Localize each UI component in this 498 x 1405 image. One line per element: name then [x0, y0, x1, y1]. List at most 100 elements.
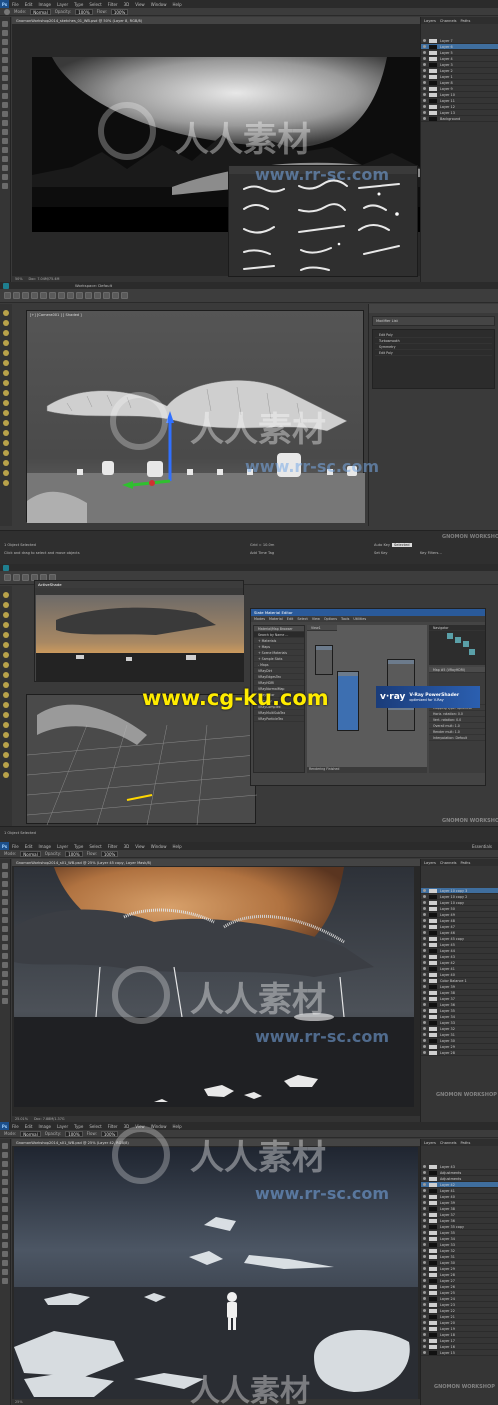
autokey-button[interactable]: Auto Key	[374, 543, 390, 547]
menu-file[interactable]: File	[9, 844, 22, 849]
visibility-eye-icon[interactable]	[423, 943, 426, 946]
history-brush-icon[interactable]	[2, 102, 8, 108]
visibility-eye-icon[interactable]	[423, 1267, 426, 1270]
lasso-tool-icon[interactable]	[2, 881, 8, 887]
mirror-icon[interactable]	[85, 292, 92, 299]
tab-layers[interactable]: Layers	[424, 1141, 436, 1145]
menu-type[interactable]: Type	[71, 844, 86, 849]
visibility-eye-icon[interactable]	[423, 889, 426, 892]
visibility-eye-icon[interactable]	[423, 931, 426, 934]
visibility-eye-icon[interactable]	[423, 973, 426, 976]
eyedropper-tool-icon[interactable]	[2, 66, 8, 72]
visibility-eye-icon[interactable]	[423, 1333, 426, 1336]
tool-icon[interactable]	[3, 480, 9, 486]
gradient-tool-icon[interactable]	[2, 944, 8, 950]
zoom-readout[interactable]: 25%	[15, 1400, 23, 1404]
tool-icon[interactable]	[3, 310, 9, 316]
visibility-eye-icon[interactable]	[423, 105, 426, 108]
tool-icon[interactable]	[3, 652, 9, 658]
visibility-eye-icon[interactable]	[423, 51, 426, 54]
set-key-button[interactable]: Set Key	[374, 551, 388, 555]
flow-field[interactable]: 100%	[110, 8, 129, 15]
marquee-tool-icon[interactable]	[2, 1152, 8, 1158]
marquee-tool-icon[interactable]	[2, 30, 8, 36]
menu-select[interactable]: Select	[297, 617, 307, 621]
menu-window[interactable]: Window	[148, 2, 170, 7]
visibility-eye-icon[interactable]	[423, 1309, 426, 1312]
menu-edit[interactable]: Edit	[22, 1124, 36, 1129]
3dsmax-logo-icon[interactable]	[3, 282, 9, 289]
visibility-eye-icon[interactable]	[423, 1261, 426, 1264]
visibility-eye-icon[interactable]	[423, 1207, 426, 1210]
param-row[interactable]: Interpolation: Default	[429, 735, 485, 741]
zoom-readout[interactable]: 25.01%	[15, 1117, 28, 1121]
menu-help[interactable]: Help	[169, 844, 184, 849]
tab-channels[interactable]: Channels	[440, 19, 457, 23]
visibility-eye-icon[interactable]	[423, 1009, 426, 1012]
visibility-eye-icon[interactable]	[423, 895, 426, 898]
visibility-eye-icon[interactable]	[423, 1273, 426, 1276]
tool-icon[interactable]	[3, 762, 9, 768]
tool-icon[interactable]	[3, 330, 9, 336]
eraser-tool-icon[interactable]	[2, 111, 8, 117]
rotate-icon[interactable]	[58, 292, 65, 299]
visibility-eye-icon[interactable]	[423, 955, 426, 958]
eraser-tool-icon[interactable]	[2, 1215, 8, 1221]
tool-icon[interactable]	[3, 722, 9, 728]
menu-utilities[interactable]: Utilities	[353, 617, 366, 621]
visibility-eye-icon[interactable]	[423, 919, 426, 922]
visibility-eye-icon[interactable]	[423, 1045, 426, 1048]
stamp-tool-icon[interactable]	[2, 926, 8, 932]
tab-paths[interactable]: Paths	[461, 1141, 471, 1145]
hand-tool-icon[interactable]	[2, 1269, 8, 1275]
visibility-eye-icon[interactable]	[423, 1255, 426, 1258]
pen-tool-icon[interactable]	[2, 138, 8, 144]
flow-field[interactable]: 100%	[100, 1130, 119, 1137]
tool-icon[interactable]	[3, 752, 9, 758]
visibility-eye-icon[interactable]	[423, 1285, 426, 1288]
visibility-eye-icon[interactable]	[423, 57, 426, 60]
visibility-eye-icon[interactable]	[423, 1213, 426, 1216]
3dsmax-logo-icon[interactable]	[3, 564, 9, 571]
type-tool-icon[interactable]	[2, 147, 8, 153]
tool-icon[interactable]	[3, 612, 9, 618]
workspace-switcher[interactable]: Essentials	[472, 844, 492, 849]
tool-icon[interactable]	[3, 662, 9, 668]
brush-tool-icon[interactable]	[2, 84, 8, 90]
hand-tool-icon[interactable]	[2, 989, 8, 995]
visibility-eye-icon[interactable]	[423, 1183, 426, 1186]
menu-view[interactable]: View	[312, 617, 320, 621]
tool-icon[interactable]	[3, 470, 9, 476]
menu-edit[interactable]: Edit	[22, 844, 36, 849]
visibility-eye-icon[interactable]	[423, 1177, 426, 1180]
zoom-readout[interactable]: 50%	[15, 277, 23, 281]
tab-channels[interactable]: Channels	[440, 861, 457, 865]
visibility-eye-icon[interactable]	[423, 1315, 426, 1318]
visibility-eye-icon[interactable]	[423, 967, 426, 970]
visibility-eye-icon[interactable]	[423, 1339, 426, 1342]
visibility-eye-icon[interactable]	[423, 1345, 426, 1348]
menu-view[interactable]: View	[132, 844, 148, 849]
menu-layer[interactable]: Layer	[54, 844, 71, 849]
tool-icon[interactable]	[3, 450, 9, 456]
flow-field[interactable]: 100%	[100, 850, 119, 857]
visibility-eye-icon[interactable]	[423, 1243, 426, 1246]
move-icon[interactable]	[49, 292, 56, 299]
pen-tool-icon[interactable]	[2, 1242, 8, 1248]
visibility-eye-icon[interactable]	[423, 93, 426, 96]
document-tab[interactable]: GnomonWorkshop2014_s01_WB.psd @ 25% (Lay…	[12, 859, 420, 866]
tab-paths[interactable]: Paths	[461, 19, 471, 23]
move-tool-icon[interactable]	[2, 1143, 8, 1149]
menu-window[interactable]: Window	[148, 844, 170, 849]
brush-tool-icon[interactable]	[2, 1197, 8, 1203]
modifier-list[interactable]: Modifier List	[372, 316, 495, 326]
visibility-eye-icon[interactable]	[423, 1165, 426, 1168]
document-tab[interactable]: GnomonWorkshop2014_sketches_01_WB.psd @ …	[12, 17, 420, 24]
menu-file[interactable]: File	[9, 2, 22, 7]
tool-icon[interactable]	[3, 430, 9, 436]
browser-item[interactable]: VRayParticleTex	[254, 716, 304, 722]
redo-icon[interactable]	[13, 574, 20, 581]
menu-layer[interactable]: Layer	[54, 2, 71, 7]
visibility-eye-icon[interactable]	[423, 979, 426, 982]
tool-icon[interactable]	[3, 772, 9, 778]
